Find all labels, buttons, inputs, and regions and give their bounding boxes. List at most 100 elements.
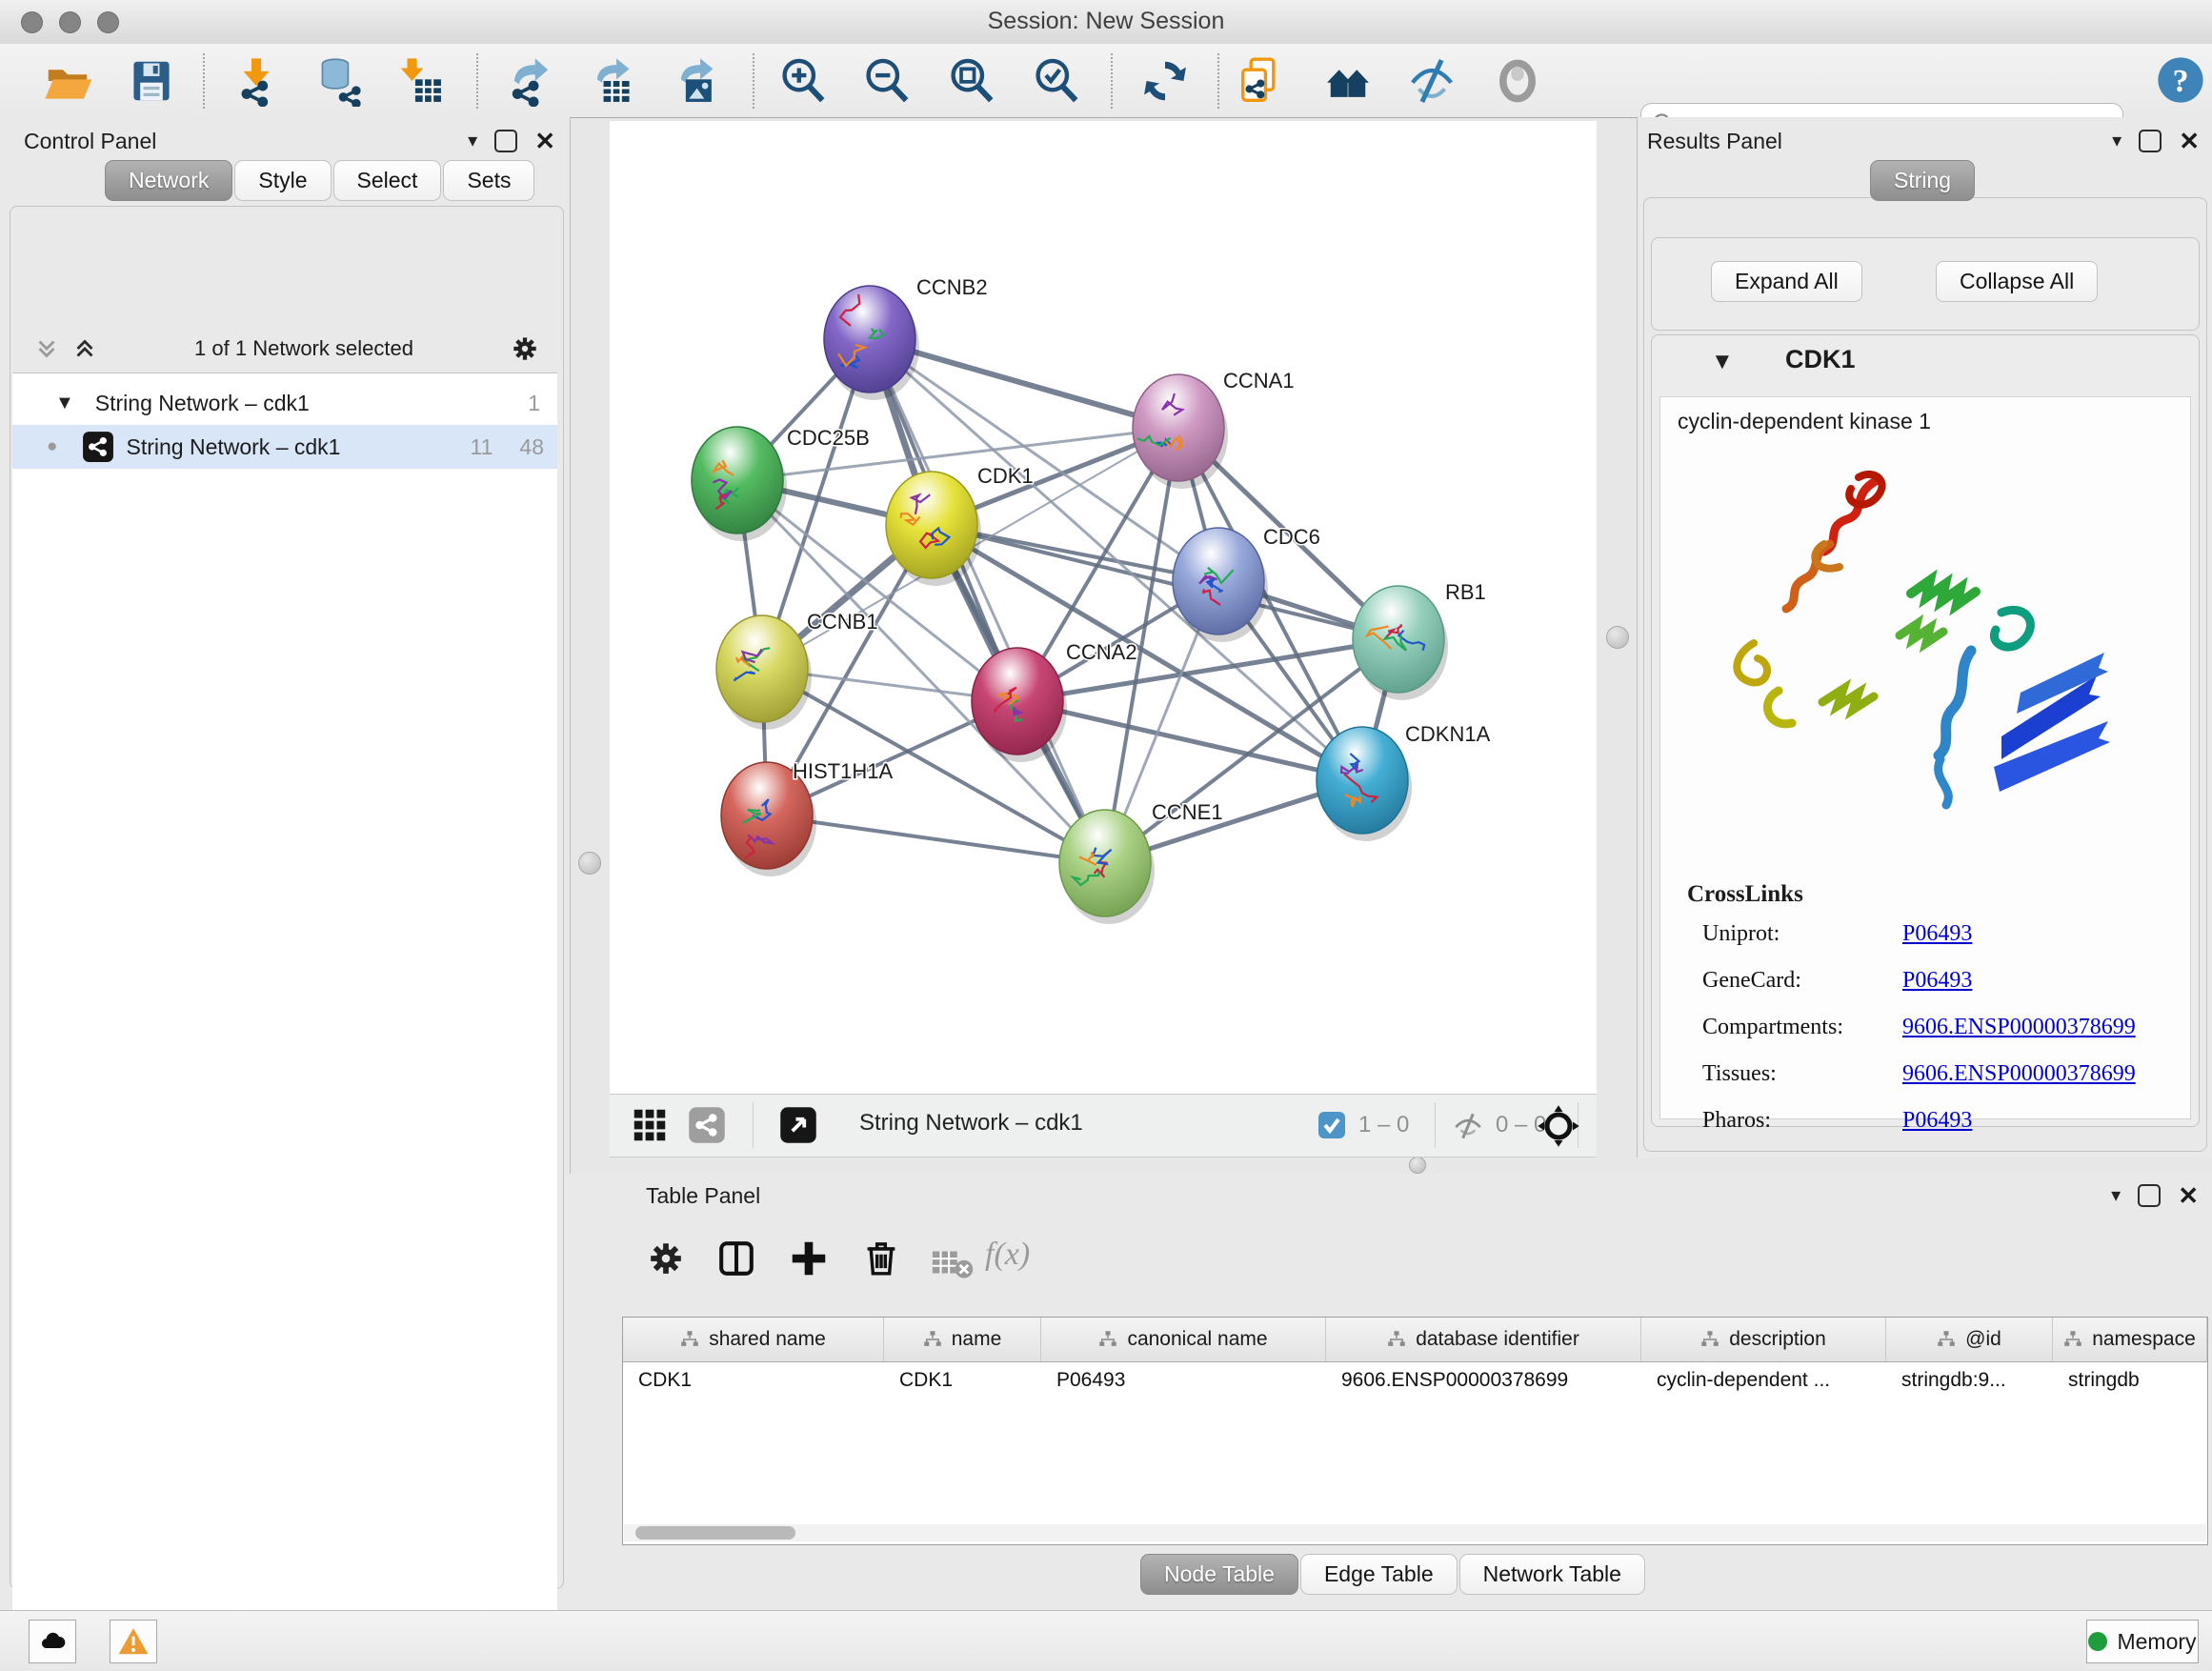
right-splitter-handle[interactable] <box>1606 626 1629 649</box>
gene-card-expander-icon[interactable]: ▼ <box>1711 349 1734 375</box>
node-CCNB1[interactable]: CCNB1 <box>716 610 878 730</box>
toolbar-separator <box>753 53 754 109</box>
scrollbar-thumb[interactable] <box>635 1526 795 1540</box>
main-toolbar: ? <box>0 44 2212 118</box>
network-view-title: String Network – cdk1 <box>859 1110 1083 1137</box>
crosslink-value-link[interactable]: P06493 <box>1902 921 1972 947</box>
delete-column-trash-icon[interactable] <box>859 1237 903 1280</box>
node-HIST1H1A[interactable]: HIST1H1A <box>721 759 893 876</box>
show-hide-details-icon[interactable] <box>1406 55 1458 107</box>
float-panel-icon[interactable] <box>2139 130 2162 152</box>
column-header-database-identifier[interactable]: database identifier <box>1326 1318 1641 1361</box>
selected-nodes-checkbox-icon[interactable] <box>1317 1110 1347 1140</box>
cloud-button[interactable] <box>29 1620 76 1663</box>
collapse-all-button[interactable]: Collapse All <box>1936 261 2098 302</box>
collection-expander-icon[interactable]: ▼ <box>55 393 74 414</box>
birds-eye-icon[interactable] <box>1492 55 1543 107</box>
warning-button[interactable] <box>110 1620 157 1663</box>
tab-sets[interactable]: Sets <box>443 160 534 201</box>
crosslink-value-link[interactable]: P06493 <box>1902 968 1972 994</box>
network-collection-row[interactable]: ▼ String Network – cdk1 1 <box>12 381 557 425</box>
node-CDC6[interactable]: CDC6 <box>1173 525 1320 642</box>
column-header--id[interactable]: @id <box>1886 1318 2053 1361</box>
crosslink-value-link[interactable]: 9606.ENSP00000378699 <box>1902 1061 2136 1087</box>
node-CCNA2[interactable]: CCNA2 <box>972 640 1137 762</box>
import-network-icon[interactable] <box>231 55 282 107</box>
column-header-canonical-name[interactable]: canonical name <box>1041 1318 1326 1361</box>
node-label-CCNB2: CCNB2 <box>916 275 988 299</box>
zoom-selected-icon[interactable] <box>1031 55 1082 107</box>
toolbar-separator <box>203 53 205 109</box>
node-CCNB2[interactable]: CCNB2 <box>824 275 988 400</box>
gene-description: cyclin-dependent kinase 1 <box>1678 409 1931 434</box>
edge-CDK1-RB1[interactable] <box>932 525 1398 639</box>
help-icon[interactable]: ? <box>2155 54 2206 106</box>
refresh-network-icon[interactable] <box>1139 55 1191 107</box>
node-RB1[interactable]: RB1 <box>1353 580 1486 700</box>
save-session-icon[interactable] <box>126 55 177 107</box>
zoom-in-icon[interactable] <box>777 55 829 107</box>
network-view-icon[interactable] <box>688 1106 726 1144</box>
panel-menu-icon[interactable]: ▾ <box>2111 1183 2121 1207</box>
left-splitter-handle[interactable] <box>578 852 601 875</box>
import-network-database-icon[interactable] <box>314 55 366 107</box>
open-session-icon[interactable] <box>42 55 93 107</box>
close-panel-icon[interactable]: ✕ <box>2178 1186 2199 1205</box>
export-network-icon[interactable] <box>503 55 554 107</box>
birdseye-target-icon[interactable] <box>1536 1103 1581 1149</box>
crosslink-row: Pharos:P06493 <box>1702 1108 2169 1134</box>
crosslink-label: GeneCard: <box>1702 968 1902 994</box>
grid-view-icon[interactable] <box>631 1106 669 1144</box>
horizontal-splitter-handle[interactable] <box>1409 1157 1426 1174</box>
node-CCNA1[interactable]: CCNA1 <box>1133 369 1295 489</box>
network-view-toolbar: String Network – cdk1 1 – 0 0 – 0 <box>610 1094 1597 1158</box>
tab-string[interactable]: String <box>1870 160 1975 201</box>
expand-all-button[interactable]: Expand All <box>1711 261 1862 302</box>
network-selected-status: 1 of 1 Network selected <box>99 336 509 361</box>
crosslinks-list: Uniprot:P06493GeneCard:P06493Compartment… <box>1702 921 2169 1155</box>
node-CCNE1[interactable]: CCNE1 <box>1059 800 1223 924</box>
network-row-selected[interactable]: ● String Network – cdk1 11 48 <box>12 425 557 469</box>
split-columns-icon[interactable] <box>714 1237 758 1280</box>
float-panel-icon[interactable] <box>2138 1184 2161 1207</box>
close-panel-icon[interactable]: ✕ <box>2179 131 2200 151</box>
home-icon[interactable] <box>1322 55 1374 107</box>
crosslink-value-link[interactable]: 9606.ENSP00000378699 <box>1902 1015 2136 1040</box>
tab-network-table[interactable]: Network Table <box>1459 1554 1645 1595</box>
zoom-fit-icon[interactable] <box>946 55 997 107</box>
close-panel-icon[interactable]: ✕ <box>534 131 555 151</box>
edge-CCNE1-HIST1H1A[interactable] <box>767 815 1105 863</box>
tab-style[interactable]: Style <box>234 160 331 201</box>
network-graph[interactable]: CCNB2CCNA1CDC25BCDK1CDC6RB1CCNB1CCNA2CDK… <box>610 121 1597 1094</box>
column-header-shared-name[interactable]: shared name <box>623 1318 884 1361</box>
panel-menu-icon[interactable]: ▾ <box>468 129 477 152</box>
collapse-all-icon[interactable] <box>32 334 61 363</box>
memory-button[interactable]: Memory <box>2086 1620 2199 1663</box>
crosslink-value-link[interactable]: P06493 <box>1902 1108 1972 1134</box>
edge-CCNA2-CDKN1A[interactable] <box>1017 701 1362 780</box>
tab-edge-table[interactable]: Edge Table <box>1300 1554 1458 1595</box>
node-CDKN1A[interactable]: CDKN1A <box>1317 722 1491 841</box>
column-header-description[interactable]: description <box>1641 1318 1886 1361</box>
clone-network-icon[interactable] <box>1237 55 1288 107</box>
export-table-icon[interactable] <box>586 55 637 107</box>
table-options-gear-icon[interactable] <box>644 1237 688 1280</box>
expand-all-icon[interactable] <box>70 334 99 363</box>
status-bar: Memory <box>0 1610 2212 1671</box>
column-header-name[interactable]: name <box>884 1318 1041 1361</box>
gear-icon[interactable] <box>509 332 541 365</box>
panel-menu-icon[interactable]: ▾ <box>2112 129 2122 152</box>
zoom-out-icon[interactable] <box>861 55 913 107</box>
tab-node-table[interactable]: Node Table <box>1140 1554 1298 1595</box>
column-header-namespace[interactable]: namespace <box>2053 1318 2207 1361</box>
open-view-icon[interactable] <box>779 1106 817 1144</box>
import-table-icon[interactable] <box>394 55 446 107</box>
network-canvas[interactable]: CCNB2CCNA1CDC25BCDK1CDC6RB1CCNB1CCNA2CDK… <box>610 121 1597 1094</box>
tab-network[interactable]: Network <box>105 160 232 201</box>
add-column-icon[interactable] <box>787 1237 831 1280</box>
float-panel-icon[interactable] <box>494 130 517 152</box>
horizontal-scrollbar[interactable] <box>624 1524 2206 1541</box>
tab-select[interactable]: Select <box>333 160 442 201</box>
export-image-icon[interactable] <box>670 55 721 107</box>
edge-CCNB2-CCNE1[interactable] <box>870 339 1105 863</box>
